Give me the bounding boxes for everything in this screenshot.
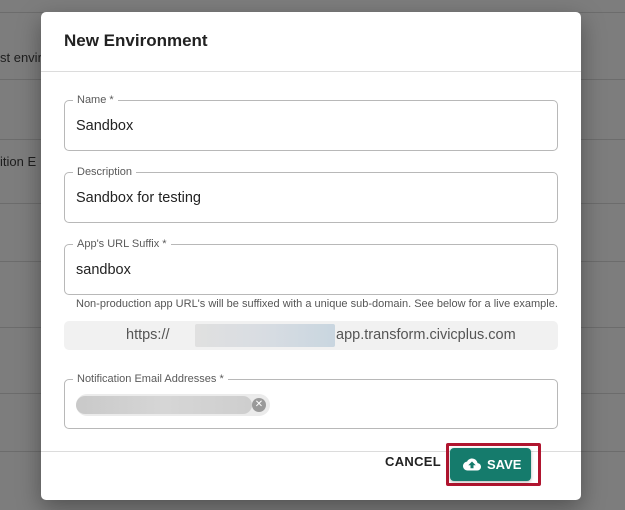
url-preview: https:// app.transform.civicplus.com	[64, 321, 558, 350]
save-button-label: SAVE	[487, 457, 522, 472]
close-circle-icon[interactable]: ✕	[252, 398, 266, 412]
name-field-label: Name *	[73, 94, 118, 106]
new-environment-dialog: New Environment Name * Sandbox Descripti…	[41, 12, 581, 500]
notification-emails-field[interactable]: Notification Email Addresses * ✕	[64, 373, 558, 429]
description-field-label: Description	[73, 166, 137, 178]
url-suffix-field-value[interactable]: sandbox	[76, 262, 131, 278]
name-field[interactable]: Name * Sandbox	[64, 94, 558, 151]
cloud-upload-icon	[463, 458, 481, 471]
name-field-value[interactable]: Sandbox	[76, 118, 133, 134]
url-suffix-field-label: App's URL Suffix *	[73, 238, 171, 250]
email-chip[interactable]: ✕	[76, 394, 270, 416]
cancel-button[interactable]: CANCEL	[385, 454, 441, 469]
url-preview-domain: app.transform.civicplus.com	[336, 327, 516, 343]
url-suffix-field[interactable]: App's URL Suffix * sandbox	[64, 238, 558, 295]
dialog-title: New Environment	[64, 31, 208, 50]
description-field[interactable]: Description Sandbox for testing	[64, 166, 558, 223]
url-preview-prefix: https://	[126, 327, 170, 343]
background-row-text: st envir	[0, 50, 42, 65]
redacted-email	[76, 396, 252, 414]
save-button[interactable]: SAVE	[450, 448, 531, 481]
url-suffix-helper-text: Non-production app URL's will be suffixe…	[76, 298, 558, 310]
description-field-value[interactable]: Sandbox for testing	[76, 190, 201, 206]
redacted-subdomain	[195, 324, 335, 347]
notification-emails-field-label: Notification Email Addresses *	[73, 373, 228, 385]
header-divider	[41, 71, 581, 72]
background-row-text: ition E	[0, 154, 37, 169]
